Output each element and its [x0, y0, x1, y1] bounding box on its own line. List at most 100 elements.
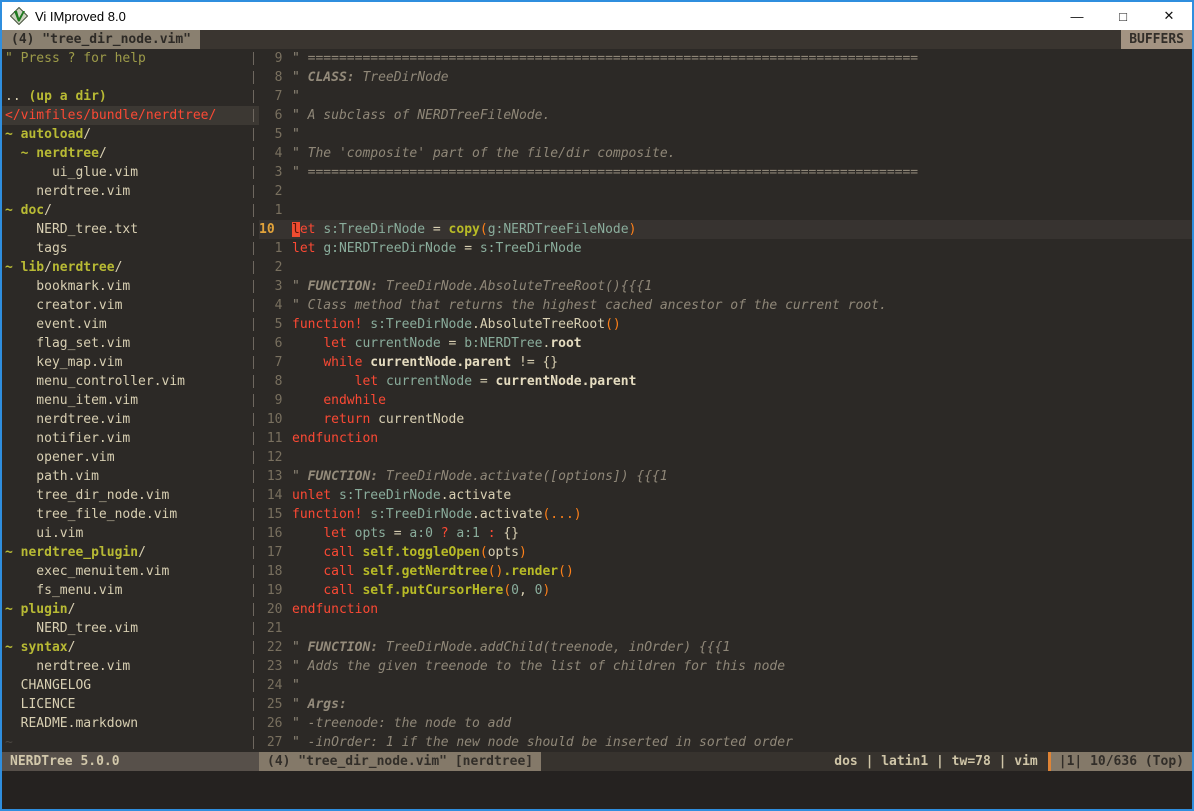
tree-line[interactable]: NERD_tree.vim	[5, 619, 249, 638]
tree-line[interactable]: NERD_tree.txt	[5, 220, 249, 239]
token-fn: copy	[449, 222, 480, 237]
code-line[interactable]: 6 " A subclass of NERDTreeFileNode.	[259, 106, 1192, 125]
token-br: )	[519, 545, 527, 560]
line-number: 2	[259, 182, 292, 201]
tree-line[interactable]: ui_glue.vim	[5, 163, 249, 182]
token-file: ui.vim	[5, 526, 83, 541]
code-line[interactable]: 13 " FUNCTION: TreeDirNode.activate([opt…	[259, 467, 1192, 486]
code-line[interactable]: 5 "	[259, 125, 1192, 144]
tree-line[interactable]: LICENCE	[5, 695, 249, 714]
title-bar[interactable]: Vi IMproved 8.0 — □ ✕	[2, 2, 1192, 30]
tree-line[interactable]: tree_dir_node.vim	[5, 486, 249, 505]
token-cm: TreeDirNode.AbsoluteTreeRoot(){{{1	[378, 279, 652, 294]
code-line[interactable]: 10 return currentNode	[259, 410, 1192, 429]
minimize-button[interactable]: —	[1054, 2, 1100, 30]
token-kw: let	[323, 526, 346, 541]
code-line[interactable]: 1	[259, 201, 1192, 220]
line-number: 19	[259, 581, 292, 600]
nerdtree-sidebar[interactable]: " Press ? for help .. (up a dir)</vimfile…	[2, 49, 249, 752]
code-line[interactable]: 6 let currentNode = b:NERDTree.root	[259, 334, 1192, 353]
tree-line[interactable]: .. (up a dir)	[5, 87, 249, 106]
maximize-button[interactable]: □	[1100, 2, 1146, 30]
tree-line[interactable]: bookmark.vim	[5, 277, 249, 296]
tree-line[interactable]: flag_set.vim	[5, 334, 249, 353]
tree-line[interactable]: key_map.vim	[5, 353, 249, 372]
tree-line[interactable]: path.vim	[5, 467, 249, 486]
code-line[interactable]: 17 call self.toggleOpen(opts)	[259, 543, 1192, 562]
tree-line[interactable]: ~ nerdtree/	[5, 144, 249, 163]
tree-line[interactable]: tags	[5, 239, 249, 258]
code-line[interactable]: 9 endwhile	[259, 391, 1192, 410]
code-line[interactable]: 27 " -inOrder: 1 if the new node should …	[259, 733, 1192, 752]
code-line[interactable]: 21	[259, 619, 1192, 638]
tree-line[interactable]: opener.vim	[5, 448, 249, 467]
tree-line[interactable]: CHANGELOG	[5, 676, 249, 695]
tree-line[interactable]: nerdtree.vim	[5, 410, 249, 429]
tree-line[interactable]: ~ lib/nerdtree/	[5, 258, 249, 277]
tree-root-path[interactable]: </vimfiles/bundle/nerdtree/	[2, 106, 249, 125]
code-line[interactable]: 3 " ====================================…	[259, 163, 1192, 182]
tree-line[interactable]: ~ nerdtree_plugin/	[5, 543, 249, 562]
tree-line[interactable]: event.vim	[5, 315, 249, 334]
command-line[interactable]	[2, 771, 1192, 809]
code-line[interactable]: 8 let currentNode = currentNode.parent	[259, 372, 1192, 391]
editor-buffer[interactable]: 9 " ====================================…	[259, 49, 1192, 752]
tree-line[interactable]: " Press ? for help	[5, 49, 249, 68]
tree-line[interactable]: creator.vim	[5, 296, 249, 315]
code-line-current[interactable]: 10 let s:TreeDirNode = copy(g:NERDTreeFi…	[259, 220, 1192, 239]
tree-line[interactable]: nerdtree.vim	[5, 182, 249, 201]
code-line[interactable]: 25 " Args:	[259, 695, 1192, 714]
code-line[interactable]: 24 "	[259, 676, 1192, 695]
code-line[interactable]: 16 let opts = a:0 ? a:1 : {}	[259, 524, 1192, 543]
code-line[interactable]: 4 " The 'composite' part of the file/dir…	[259, 144, 1192, 163]
code-line[interactable]: 26 " -treenode: the node to add	[259, 714, 1192, 733]
line-number: 3	[259, 277, 292, 296]
code-line[interactable]: 4 " Class method that returns the highes…	[259, 296, 1192, 315]
tree-line[interactable]: menu_item.vim	[5, 391, 249, 410]
tree-line[interactable]: nerdtree.vim	[5, 657, 249, 676]
code-line[interactable]: 23 " Adds the given treenode to the list…	[259, 657, 1192, 676]
tree-line[interactable]: ~ plugin/	[5, 600, 249, 619]
cursor-block: l	[292, 222, 300, 237]
tree-line[interactable]: menu_controller.vim	[5, 372, 249, 391]
buffer-tab-tree-dir-node[interactable]: (4) "tree_dir_node.vim"	[2, 30, 200, 49]
code-line[interactable]: 15 function! s:TreeDirNode.activate(...)	[259, 505, 1192, 524]
code-line[interactable]: 7 while currentNode.parent != {}	[259, 353, 1192, 372]
code-line[interactable]: 2	[259, 258, 1192, 277]
token-tx	[292, 393, 323, 408]
code-line[interactable]: 8 " CLASS: TreeDirNode	[259, 68, 1192, 87]
token-kw: return	[323, 412, 370, 427]
code-line[interactable]: 3 " FUNCTION: TreeDirNode.AbsoluteTreeRo…	[259, 277, 1192, 296]
code-line[interactable]: 7 "	[259, 87, 1192, 106]
code-line[interactable]: 9 " ====================================…	[259, 49, 1192, 68]
tree-line[interactable]: ~	[5, 733, 249, 752]
code-line[interactable]: 12	[259, 448, 1192, 467]
code-line[interactable]: 20 endfunction	[259, 600, 1192, 619]
code-text: let s:TreeDirNode = copy(g:NERDTreeFileN…	[292, 220, 1192, 239]
line-number: 18	[259, 562, 292, 581]
tree-line[interactable]: exec_menuitem.vim	[5, 562, 249, 581]
token-tx	[292, 564, 323, 579]
code-line[interactable]: 11 endfunction	[259, 429, 1192, 448]
tree-line[interactable]: ui.vim	[5, 524, 249, 543]
window-separator[interactable]	[249, 49, 259, 752]
close-button[interactable]: ✕	[1146, 2, 1192, 30]
tree-line[interactable]: ~ doc/	[5, 201, 249, 220]
tree-line[interactable]: notifier.vim	[5, 429, 249, 448]
code-line[interactable]: 14 unlet s:TreeDirNode.activate	[259, 486, 1192, 505]
tree-line[interactable]: ~ syntax/	[5, 638, 249, 657]
code-line[interactable]: 18 call self.getNerdtree().render()	[259, 562, 1192, 581]
line-number: 1	[259, 239, 292, 258]
code-line[interactable]: 1 let g:NERDTreeDirNode = s:TreeDirNode	[259, 239, 1192, 258]
code-line[interactable]: 19 call self.putCursorHere(0, 0)	[259, 581, 1192, 600]
tree-line[interactable]: README.markdown	[5, 714, 249, 733]
tree-line[interactable]: tree_file_node.vim	[5, 505, 249, 524]
buffers-label[interactable]: BUFFERS	[1121, 30, 1192, 49]
code-line[interactable]: 2	[259, 182, 1192, 201]
code-line[interactable]: 5 function! s:TreeDirNode.AbsoluteTreeRo…	[259, 315, 1192, 334]
tree-line[interactable]: fs_menu.vim	[5, 581, 249, 600]
token-file: NERD_tree.vim	[5, 621, 138, 636]
tree-line[interactable]: ~ autoload/	[5, 125, 249, 144]
code-line[interactable]: 22 " FUNCTION: TreeDirNode.addChild(tree…	[259, 638, 1192, 657]
tree-line[interactable]	[5, 68, 249, 87]
